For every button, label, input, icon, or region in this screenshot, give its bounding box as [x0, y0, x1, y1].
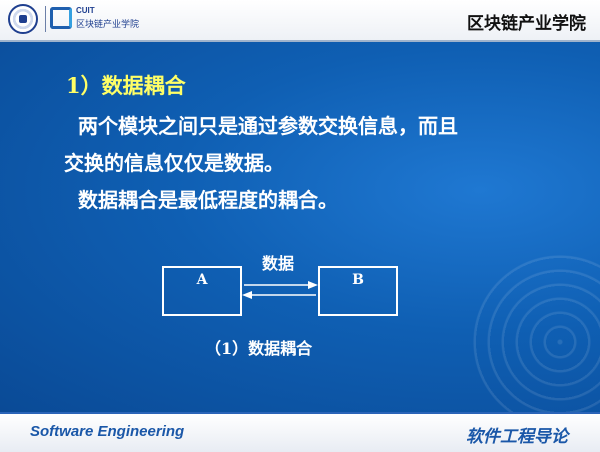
ripple-decoration [470, 252, 600, 412]
arrow-label: 数据 [262, 254, 295, 273]
university-seal-icon [8, 4, 38, 34]
paragraph-line: 交换的信息仅仅是数据。 [64, 151, 284, 175]
module-a-box: A [162, 266, 242, 316]
header-title: 区块链产业学院 [467, 14, 586, 34]
paragraph-line: 两个模块之间只是通过参数交换信息，而且 [78, 114, 458, 138]
logo-divider [45, 6, 46, 32]
module-b-box: B [318, 266, 398, 316]
slide-content: 1）数据耦合 两个模块之间只是通过参数交换信息，而且 交换的信息仅仅是数据。 数… [0, 42, 600, 412]
logo-institute-text: 区块链产业学院 [76, 20, 140, 30]
footer-course-en: Software Engineering [30, 423, 185, 440]
footer-bar: Software Engineering 软件工程导论 [0, 412, 600, 452]
cuit-logo-icon [50, 7, 72, 29]
section-title: 1）数据耦合 [66, 73, 186, 98]
coupling-arrows [242, 281, 318, 299]
footer-course-cn: 软件工程导论 [466, 427, 568, 447]
diagram-caption: （1）数据耦合 [205, 339, 313, 358]
paragraph-line: 数据耦合是最低程度的耦合。 [78, 188, 338, 212]
module-a-label: A [196, 272, 208, 288]
module-b-label: B [352, 272, 364, 288]
logo-abbr: CUIT [76, 6, 95, 15]
body-paragraph: 两个模块之间只是通过参数交换信息，而且 交换的信息仅仅是数据。 数据耦合是最低程… [64, 108, 544, 219]
header-bar: CUIT 区块链产业学院 区块链产业学院 [0, 0, 600, 42]
arrow-right-head [308, 281, 318, 289]
arrow-left-head [242, 291, 252, 299]
